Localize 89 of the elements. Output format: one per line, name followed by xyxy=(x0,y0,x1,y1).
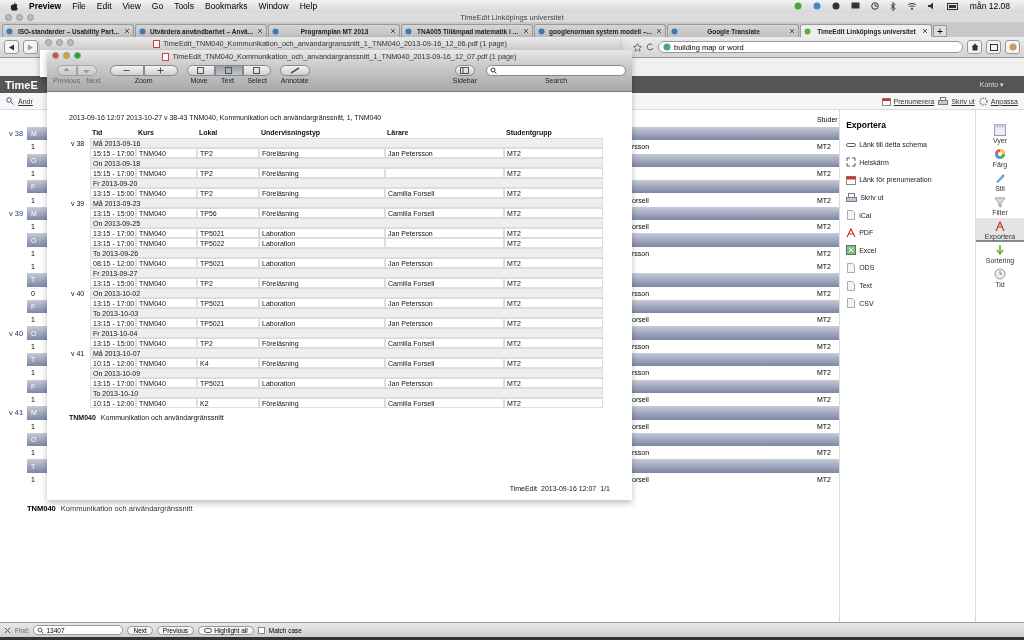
close-icon[interactable] xyxy=(922,28,928,34)
close-icon[interactable] xyxy=(523,28,529,34)
new-tab-button[interactable]: + xyxy=(933,25,947,37)
checkbox[interactable] xyxy=(257,626,265,634)
menu-item[interactable]: Window xyxy=(258,1,289,11)
favicon-icon xyxy=(804,27,811,35)
volume-icon[interactable] xyxy=(927,2,936,10)
mode-button[interactable] xyxy=(214,65,243,76)
wifi-icon[interactable] xyxy=(906,2,917,10)
tool-icon xyxy=(225,67,233,74)
document-icon xyxy=(846,210,857,221)
close-icon[interactable] xyxy=(656,28,662,34)
mode-button[interactable] xyxy=(186,65,215,76)
globe-icon xyxy=(663,43,671,51)
clock-icon[interactable] xyxy=(870,2,879,10)
brush-icon xyxy=(994,172,1006,184)
gear-icon xyxy=(978,96,988,106)
menu-item[interactable]: Help xyxy=(299,1,318,11)
search-field[interactable] xyxy=(486,65,626,76)
favicon-icon xyxy=(272,27,279,35)
sidebar-button[interactable] xyxy=(454,65,475,76)
back-arrow-icon xyxy=(8,43,15,51)
battery-icon[interactable] xyxy=(946,2,959,10)
document-icon xyxy=(846,298,857,309)
document-icon xyxy=(846,280,857,291)
pdf-icon xyxy=(846,227,857,238)
bluetooth-icon[interactable] xyxy=(889,1,896,11)
menu-item[interactable]: Bookmarks xyxy=(204,1,248,11)
spreadsheet-icon xyxy=(846,245,857,256)
puzzle-icon xyxy=(1008,43,1017,51)
close-icon[interactable] xyxy=(257,28,263,34)
favicon-icon xyxy=(671,27,678,35)
back-button[interactable] xyxy=(4,40,19,54)
calendar-icon xyxy=(846,175,857,185)
calendar-icon xyxy=(881,96,891,106)
close-icon[interactable] xyxy=(390,28,396,34)
fullscreen-icon xyxy=(846,157,857,168)
apple-icon[interactable] xyxy=(10,1,18,11)
home-icon xyxy=(970,43,979,51)
sidebar-icon xyxy=(460,67,470,74)
status-circle-icon[interactable] xyxy=(831,2,840,10)
menu-item[interactable]: File xyxy=(72,1,86,11)
search-icon xyxy=(6,97,14,105)
close-icon[interactable] xyxy=(789,28,795,34)
favicon-icon xyxy=(139,27,146,35)
menu-item[interactable]: View xyxy=(122,1,141,11)
favicon-icon xyxy=(6,27,13,35)
monitor-icon[interactable] xyxy=(850,2,860,10)
tool-icon xyxy=(253,67,261,74)
funnel-icon xyxy=(994,196,1006,208)
site-logo[interactable]: TimeE xyxy=(5,78,38,91)
down-arrow-icon xyxy=(83,67,91,74)
home-button[interactable] xyxy=(967,40,982,54)
document-icon xyxy=(846,262,857,273)
reload-icon[interactable] xyxy=(646,43,654,51)
search-icon xyxy=(37,626,45,634)
zoom-in-button[interactable] xyxy=(143,65,178,76)
mode-button[interactable] xyxy=(242,65,271,76)
tool-icon xyxy=(197,67,205,74)
menu-item[interactable]: Edit xyxy=(96,1,112,11)
panel-title: Exportera xyxy=(846,120,887,130)
up-arrow-icon xyxy=(63,67,71,74)
close-icon[interactable] xyxy=(124,28,130,34)
forward-arrow-icon xyxy=(27,43,34,51)
window-icon xyxy=(989,43,998,51)
favicon-icon xyxy=(538,27,545,35)
window-icon xyxy=(994,124,1006,136)
annotate-button[interactable] xyxy=(279,65,310,76)
down-arrow-icon xyxy=(994,244,1006,256)
pdf-icon xyxy=(994,220,1006,232)
star-icon[interactable] xyxy=(633,42,642,52)
favicon-icon xyxy=(405,27,412,35)
close-button[interactable] xyxy=(52,52,59,59)
minus-icon xyxy=(123,67,131,74)
toolbar-button[interactable] xyxy=(986,40,1001,54)
app-menu[interactable]: Preview xyxy=(29,1,62,11)
close-icon[interactable] xyxy=(4,626,11,634)
plus-icon xyxy=(157,67,165,74)
menu-item[interactable]: Go xyxy=(151,1,164,11)
menu-item[interactable]: Tools xyxy=(174,1,194,11)
printer-icon xyxy=(846,192,858,203)
search-icon xyxy=(490,67,497,74)
highlighter-icon xyxy=(204,627,213,633)
zoom-out-button[interactable] xyxy=(109,65,144,76)
clock-icon xyxy=(994,268,1006,280)
menubar-clock[interactable]: mån 12.08 xyxy=(969,1,1010,11)
pen-icon xyxy=(289,67,300,74)
color-wheel-icon xyxy=(994,148,1006,160)
printer-icon xyxy=(938,96,949,106)
